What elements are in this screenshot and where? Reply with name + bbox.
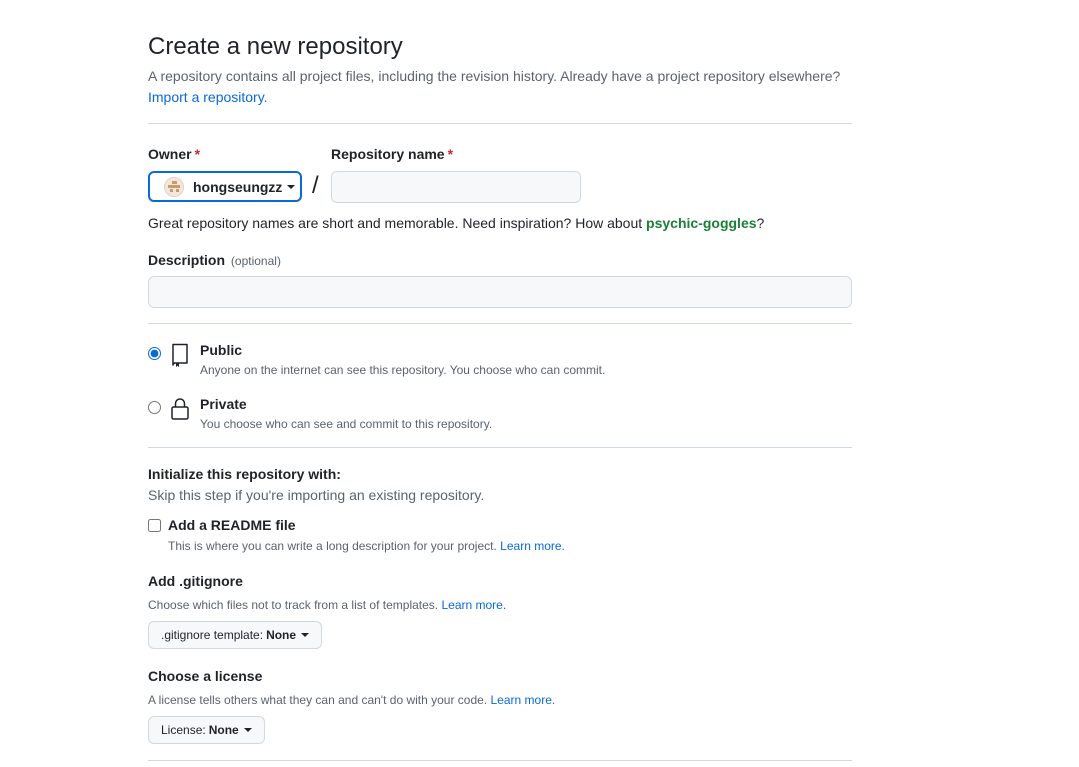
owner-label-text: Owner bbox=[148, 146, 192, 162]
description-input[interactable] bbox=[148, 276, 852, 308]
owner-select-button[interactable]: hongseungzz bbox=[148, 171, 302, 202]
chevron-down-icon bbox=[287, 184, 296, 189]
license-learn-more-link[interactable]: Learn more. bbox=[491, 693, 556, 707]
owner-name: hongseungzz bbox=[193, 178, 283, 195]
subtitle-text: A repository contains all project files,… bbox=[148, 68, 841, 84]
public-radio[interactable] bbox=[148, 347, 161, 360]
optional-tag: (optional) bbox=[230, 254, 281, 268]
gitignore-description-text: Choose which files not to track from a l… bbox=[148, 598, 439, 612]
owner-repo-separator: / bbox=[312, 172, 319, 199]
private-radio[interactable] bbox=[148, 401, 161, 414]
license-title: Choose a license bbox=[148, 668, 263, 684]
public-description: Anyone on the internet can see this repo… bbox=[200, 363, 606, 377]
description-label-text: Description bbox=[148, 252, 226, 268]
divider bbox=[148, 447, 852, 448]
license-button-prefix: License: bbox=[161, 723, 206, 737]
gitignore-learn-more-link[interactable]: Learn more. bbox=[441, 598, 506, 612]
page-subtitle: A repository contains all project files,… bbox=[148, 66, 852, 108]
license-dropdown[interactable]: License: None bbox=[148, 716, 265, 744]
owner-label: Owner * bbox=[148, 146, 200, 162]
initialize-subtitle: Skip this step if you're importing an ex… bbox=[148, 487, 485, 503]
repository-name-input[interactable] bbox=[331, 171, 581, 203]
gitignore-title: Add .gitignore bbox=[148, 573, 243, 589]
divider bbox=[148, 123, 852, 124]
page-title: Create a new repository bbox=[148, 33, 403, 60]
public-title: Public bbox=[200, 342, 243, 358]
readme-description: This is where you can write a long descr… bbox=[168, 539, 565, 553]
required-mark: * bbox=[194, 146, 201, 162]
add-readme-checkbox[interactable] bbox=[148, 519, 161, 532]
hint-text: Great repository names are short and mem… bbox=[148, 215, 647, 231]
readme-description-text: This is where you can write a long descr… bbox=[168, 539, 497, 553]
repository-name-label: Repository name * bbox=[331, 146, 453, 162]
name-suggestion-link[interactable]: psychic-goggles bbox=[646, 215, 756, 231]
hint-end: ? bbox=[756, 215, 765, 231]
divider bbox=[148, 760, 852, 761]
repo-icon bbox=[172, 343, 188, 367]
import-repository-link[interactable]: Import a repository. bbox=[148, 89, 268, 105]
required-mark: * bbox=[447, 146, 454, 162]
repository-name-label-text: Repository name bbox=[331, 146, 445, 162]
readme-learn-more-link[interactable]: Learn more. bbox=[500, 539, 565, 553]
private-title: Private bbox=[200, 396, 247, 412]
license-button-value: None bbox=[208, 723, 239, 737]
gitignore-button-prefix: .gitignore template: bbox=[161, 628, 264, 642]
initialize-title: Initialize this repository with: bbox=[148, 466, 341, 482]
gitignore-button-value: None bbox=[266, 628, 297, 642]
chevron-down-icon bbox=[301, 633, 310, 637]
gitignore-description: Choose which files not to track from a l… bbox=[148, 598, 506, 612]
license-description: A license tells others what they can and… bbox=[148, 693, 555, 707]
description-label: Description (optional) bbox=[148, 252, 281, 268]
add-readme-label[interactable]: Add a README file bbox=[168, 517, 296, 533]
avatar bbox=[164, 176, 184, 197]
license-description-text: A license tells others what they can and… bbox=[148, 693, 488, 707]
repository-name-hint: Great repository names are short and mem… bbox=[148, 215, 764, 231]
gitignore-template-dropdown[interactable]: .gitignore template: None bbox=[148, 621, 323, 649]
lock-icon bbox=[171, 398, 189, 420]
private-description: You choose who can see and commit to thi… bbox=[200, 417, 493, 431]
divider bbox=[148, 323, 852, 324]
chevron-down-icon bbox=[243, 728, 252, 732]
